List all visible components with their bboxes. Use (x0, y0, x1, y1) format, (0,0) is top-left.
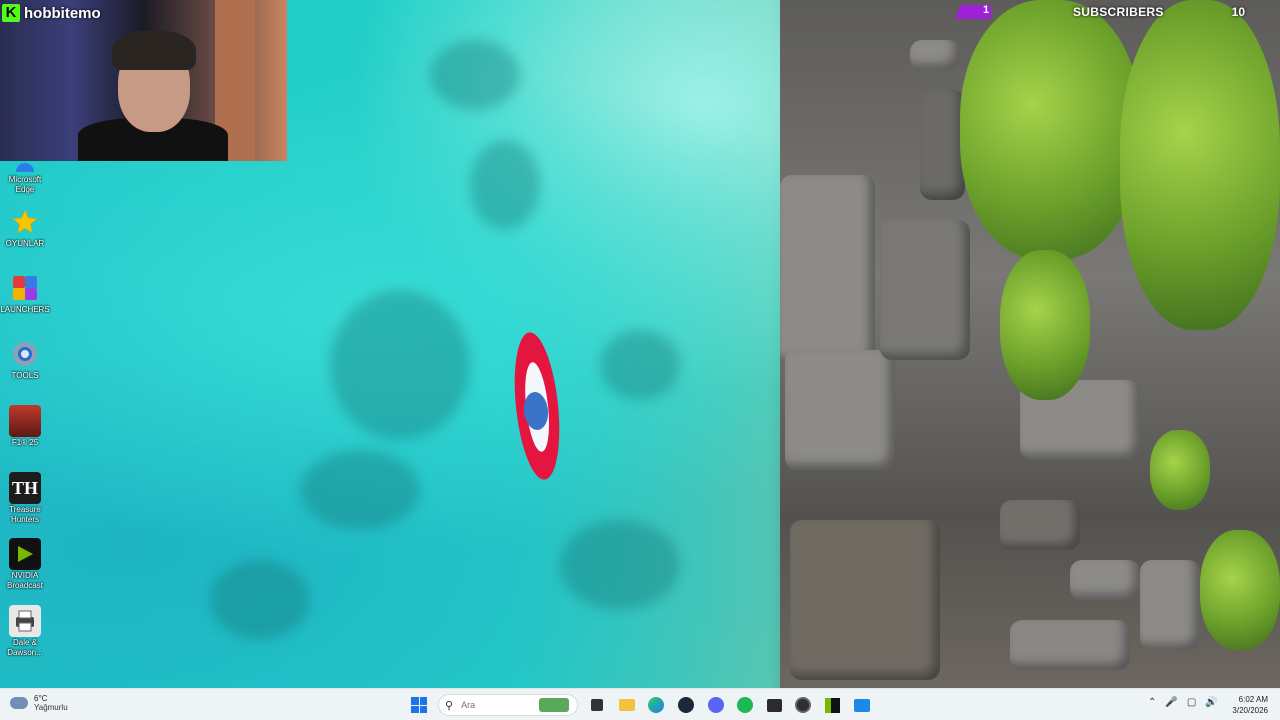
nvidia-taskbar-button[interactable] (822, 695, 842, 715)
microphone-icon[interactable]: 🎤 (1165, 697, 1177, 708)
volume-icon[interactable]: 🔊 (1205, 697, 1217, 708)
chevron-up-icon[interactable]: ⌃ (1148, 697, 1156, 708)
steam-icon (678, 697, 694, 713)
taskbar: 6°C Yağmurlu ⚲ ⌃ 🎤 ▢ (0, 688, 1280, 720)
photos-button[interactable] (852, 695, 872, 715)
desktop-icon-nvidia-broadcast[interactable]: NVIDIA Broadcast (0, 538, 50, 591)
network-icon[interactable]: ▢ (1187, 697, 1196, 708)
system-clock[interactable]: 6:02 AM 3/20/2026 (1232, 694, 1268, 716)
discord-button[interactable] (706, 695, 726, 715)
steam-button[interactable] (676, 695, 696, 715)
kick-logo-icon: K (2, 4, 20, 22)
tools-icon (9, 338, 41, 370)
webcam-overlay: K hobbitemo (0, 0, 287, 161)
search-icon: ⚲ (445, 699, 454, 712)
subscriber-label: SUBSCRIBERS (1073, 5, 1164, 19)
desktop-icon-edge[interactable]: Microsoft Edge (0, 160, 50, 195)
search-input[interactable] (461, 700, 532, 710)
spotify-icon (737, 697, 753, 713)
obs-icon (795, 697, 811, 713)
search-highlight-icon (539, 698, 570, 712)
channel-badge: K hobbitemo (2, 4, 101, 22)
channel-name: hobbitemo (24, 4, 101, 22)
taskbar-search[interactable]: ⚲ (438, 694, 578, 716)
subscriber-goal: 10 (1231, 5, 1245, 19)
desktop-icon-tools[interactable]: TOOLS (0, 338, 50, 381)
desktop-icon-launchers[interactable]: LAUNCHERS (0, 272, 50, 315)
desktop-icon-label: LAUNCHERS (0, 305, 50, 314)
desktop-icon-f1[interactable]: F1® 25 (0, 405, 50, 448)
launchers-icon (9, 272, 41, 304)
star-icon (9, 206, 41, 238)
edge-icon (648, 697, 664, 713)
desktop-icon-label: NVIDIA Broadcast (6, 571, 44, 590)
desktop-icon-oyunlar[interactable]: OYUNLAR (0, 206, 50, 249)
system-tray: ⌃ 🎤 ▢ 🔊 (1148, 697, 1218, 708)
desktop-icon-label: Dale & Dawson... (7, 638, 43, 657)
file-explorer-button[interactable] (617, 695, 637, 715)
subscriber-goal-bar: 1 SUBSCRIBERS 10 (955, 3, 1255, 21)
f1-icon (9, 405, 41, 437)
photos-icon (854, 698, 870, 712)
printer-icon (9, 605, 41, 637)
task-view-icon (591, 699, 603, 711)
weather-condition: Yağmurlu (34, 703, 68, 712)
terminal-button[interactable] (764, 695, 784, 715)
obs-button[interactable] (793, 695, 813, 715)
nvidia-icon (9, 538, 41, 570)
discord-icon (708, 697, 724, 713)
terminal-icon (766, 698, 782, 712)
desktop-icon-dale-dawson[interactable]: Dale & Dawson... (0, 605, 50, 658)
desktop-icon-treasure-hunters[interactable]: TH Treasure Hunters (0, 472, 50, 525)
weather-widget[interactable]: 6°C Yağmurlu (10, 694, 68, 712)
windows-logo-icon (411, 697, 427, 713)
desktop-icon-label: F1® 25 (11, 438, 39, 447)
clock-time: 6:02 AM (1238, 695, 1268, 704)
subscriber-count: 1 (983, 4, 990, 16)
treasure-hunter-icon: TH (9, 472, 41, 504)
clock-date: 3/20/2026 (1232, 706, 1268, 715)
edge-taskbar-button[interactable] (646, 695, 666, 715)
desktop-icon-label: OYUNLAR (5, 239, 45, 248)
desktop-icon-label: Microsoft Edge (8, 175, 42, 194)
nvidia-icon (824, 697, 840, 713)
start-button[interactable] (409, 695, 429, 715)
edge-icon (9, 160, 41, 174)
rain-cloud-icon (10, 697, 28, 709)
task-view-button[interactable] (587, 695, 607, 715)
weather-temp: 6°C (34, 694, 48, 703)
desktop-icon-label: Treasure Hunters (9, 505, 41, 524)
file-explorer-icon (619, 699, 635, 711)
desktop-icon-label: TOOLS (11, 371, 39, 380)
spotify-button[interactable] (735, 695, 755, 715)
